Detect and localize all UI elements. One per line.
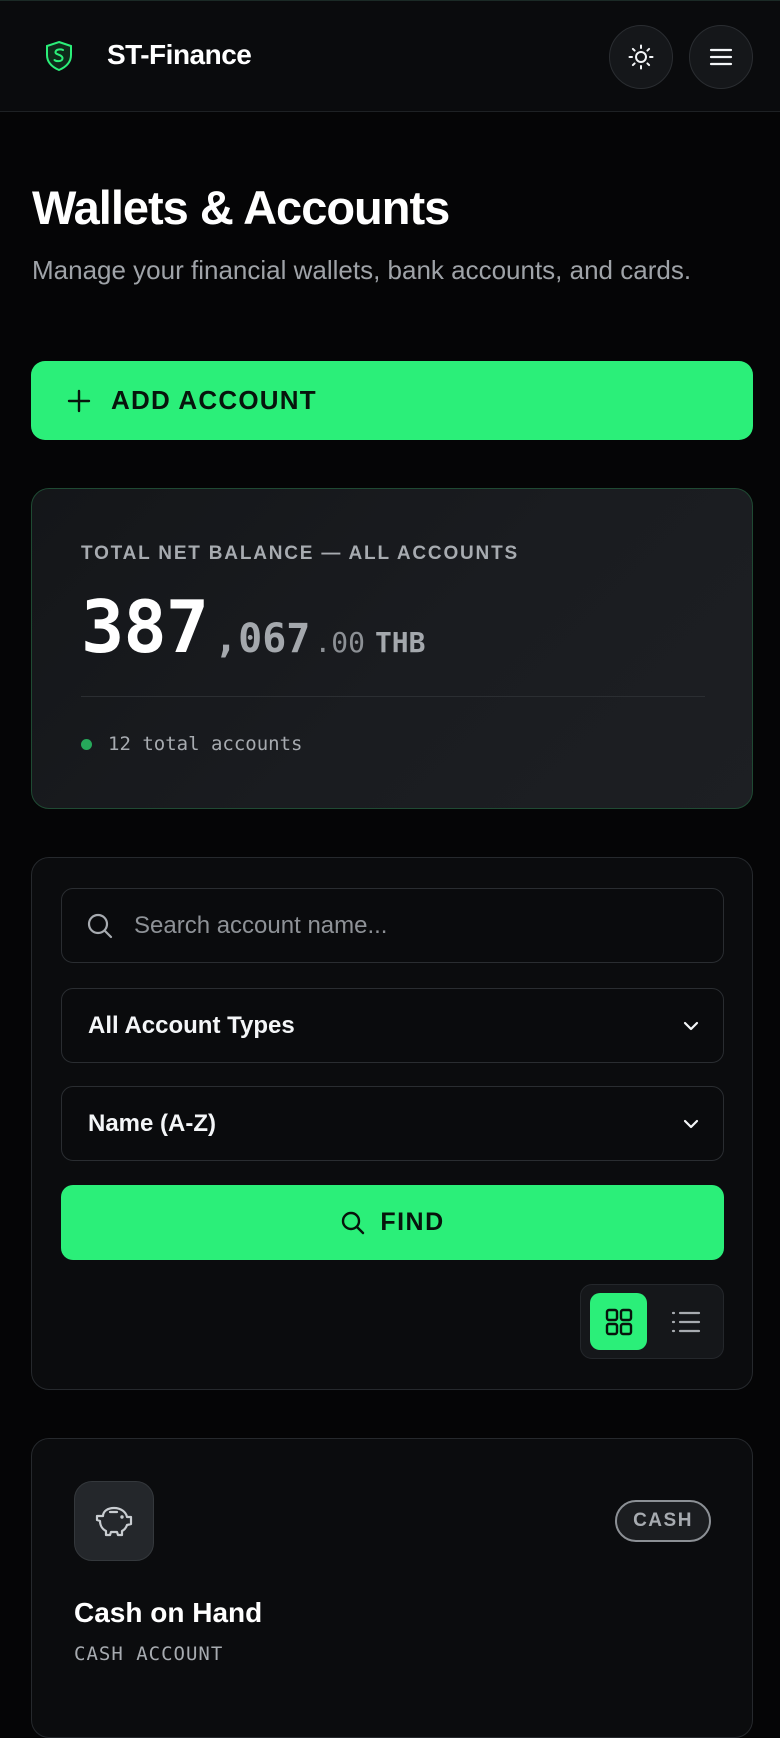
view-toggle [580, 1284, 724, 1359]
account-count-text: 12 total accounts [108, 733, 303, 755]
account-type-badge: CASH [615, 1500, 711, 1542]
chevron-down-icon [683, 1119, 699, 1128]
find-button[interactable]: FIND [61, 1185, 724, 1260]
list-icon [671, 1311, 700, 1332]
brand-name[interactable]: ST-Finance [107, 39, 252, 71]
total-balance-card: TOTAL NET BALANCE — ALL ACCOUNTS 387 ,06… [31, 488, 753, 809]
account-count: 12 total accounts [81, 733, 302, 755]
grid-view-button[interactable] [590, 1293, 647, 1350]
balance-amount: 387 ,067 .00 THB [81, 585, 426, 669]
list-view-button[interactable] [657, 1293, 714, 1350]
hamburger-icon [709, 48, 733, 66]
account-type-value: All Account Types [88, 1011, 295, 1039]
app-header: ST-Finance [0, 0, 780, 112]
shield-logo-icon[interactable] [34, 31, 84, 81]
plus-icon [67, 389, 91, 412]
search-input[interactable] [132, 910, 723, 941]
search-icon [87, 913, 113, 938]
search-icon [342, 1211, 365, 1234]
divider [81, 696, 705, 697]
page-subtitle: Manage your financial wallets, bank acco… [32, 255, 692, 285]
find-label: FIND [380, 1208, 445, 1236]
account-type-label: CASH ACCOUNT [74, 1643, 224, 1665]
chevron-down-icon [683, 1021, 699, 1030]
status-dot-icon [81, 738, 92, 750]
sort-value: Name (A-Z) [88, 1109, 217, 1137]
menu-button[interactable] [689, 25, 753, 89]
balance-integer: 387 [81, 585, 209, 669]
add-account-label: ADD ACCOUNT [111, 385, 317, 415]
account-type-select[interactable]: All Account Types [61, 988, 724, 1063]
grid-icon [605, 1308, 632, 1335]
account-card[interactable]: CASH Cash on Hand CASH ACCOUNT [31, 1438, 753, 1738]
add-account-button[interactable]: ADD ACCOUNT [31, 361, 753, 440]
piggy-bank-icon [74, 1481, 154, 1561]
balance-thousands: ,067 [214, 616, 311, 662]
balance-label: TOTAL NET BALANCE — ALL ACCOUNTS [81, 543, 519, 564]
sun-icon [628, 44, 654, 70]
page-title: Wallets & Accounts [32, 181, 450, 234]
account-name: Cash on Hand [74, 1597, 263, 1628]
theme-toggle-button[interactable] [609, 25, 673, 89]
search-field[interactable] [61, 888, 724, 963]
sort-select[interactable]: Name (A-Z) [61, 1086, 724, 1161]
balance-decimal: .00 [314, 626, 365, 659]
balance-currency: THB [374, 626, 426, 659]
filter-panel: All Account Types Name (A-Z) FIND [31, 857, 753, 1390]
